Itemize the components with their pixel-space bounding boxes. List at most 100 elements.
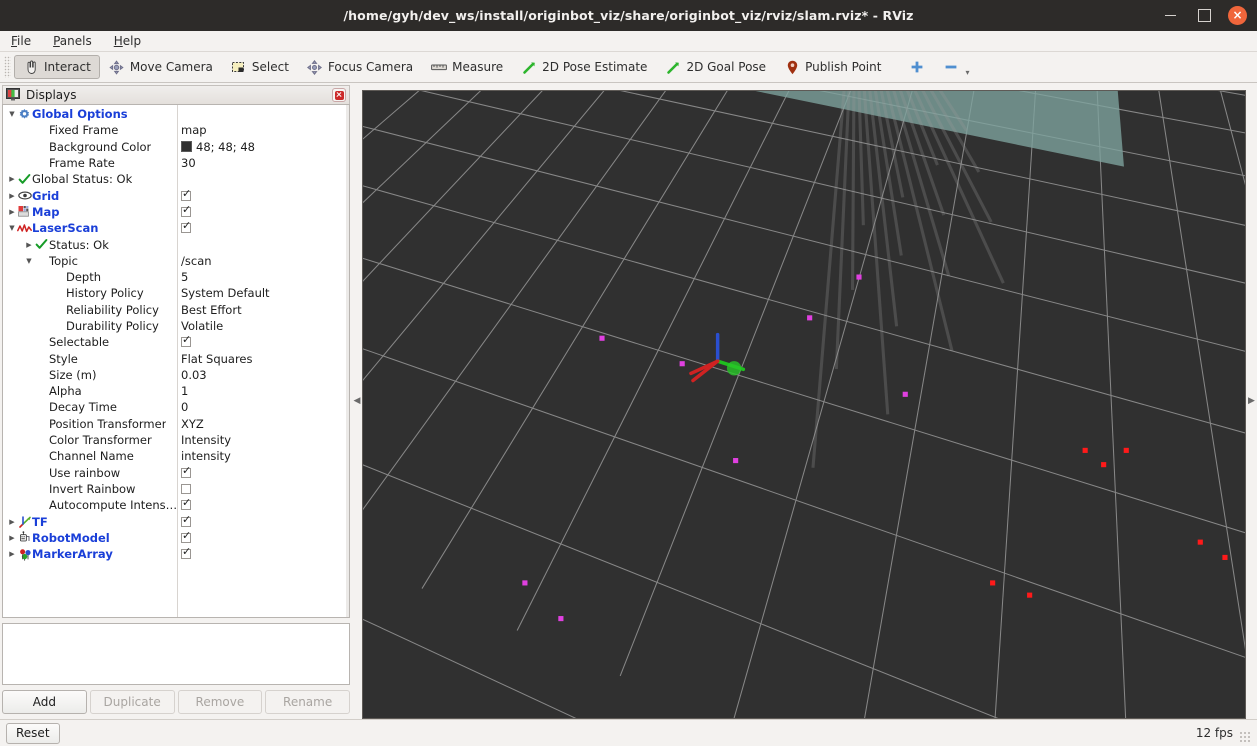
- maximize-button[interactable]: [1194, 6, 1214, 26]
- chevron-right-icon[interactable]: ▶: [7, 188, 17, 204]
- tree-row-status-ok[interactable]: ▶Status: Ok: [3, 236, 349, 252]
- checkbox[interactable]: [181, 223, 191, 233]
- rename-button[interactable]: Rename: [265, 690, 350, 714]
- remove-button[interactable]: Remove: [178, 690, 263, 714]
- tree-row-value[interactable]: [181, 223, 191, 233]
- tool-2d-goal-pose-button[interactable]: 2D Goal Pose: [656, 55, 775, 79]
- tree-row-value[interactable]: [181, 207, 191, 217]
- tree-row-value[interactable]: [181, 549, 191, 559]
- tree-row-background-color[interactable]: Background Color48; 48; 48: [3, 139, 349, 155]
- tree-row-decay-time[interactable]: Decay Time0: [3, 399, 349, 415]
- chevron-down-icon[interactable]: ▼: [24, 253, 34, 269]
- checkbox[interactable]: [181, 533, 191, 543]
- tool-measure-button[interactable]: Measure: [422, 55, 512, 79]
- tree-row-value[interactable]: map: [181, 123, 207, 137]
- tree-row-value[interactable]: System Default: [181, 286, 270, 300]
- tree-row-value[interactable]: Volatile: [181, 319, 223, 333]
- tree-row-value[interactable]: 30: [181, 156, 196, 170]
- remove-tool-button[interactable]: ▾: [934, 55, 968, 79]
- chevron-right-icon[interactable]: ▶: [7, 514, 17, 530]
- chevron-right-icon[interactable]: ▶: [7, 530, 17, 546]
- chevron-down-icon[interactable]: ▾: [965, 68, 969, 77]
- tree-row-durability-policy[interactable]: Durability PolicyVolatile: [3, 318, 349, 334]
- checkbox[interactable]: [181, 207, 191, 217]
- tool-interact-button[interactable]: Interact: [14, 55, 100, 79]
- tree-row-value[interactable]: [181, 517, 191, 527]
- tree-row-history-policy[interactable]: History PolicySystem Default: [3, 285, 349, 301]
- tree-row-global-status-ok[interactable]: ▶Global Status: Ok: [3, 171, 349, 187]
- tree-row-value[interactable]: 0: [181, 400, 188, 414]
- chevron-right-icon[interactable]: ▶: [7, 204, 17, 220]
- chevron-right-icon[interactable]: ▶: [24, 237, 34, 253]
- tree-row-value[interactable]: XYZ: [181, 417, 204, 431]
- tree-row-value[interactable]: [181, 337, 191, 347]
- tree-row-global-options[interactable]: ▼Global Options: [3, 106, 349, 122]
- toolbar-grip[interactable]: [4, 56, 11, 78]
- collapse-right-icon[interactable]: ▶: [1248, 397, 1255, 406]
- chevron-down-icon[interactable]: ▼: [7, 220, 17, 236]
- chevron-down-icon[interactable]: ▼: [7, 106, 17, 122]
- duplicate-button[interactable]: Duplicate: [90, 690, 175, 714]
- tree-row-map[interactable]: ▶Map: [3, 204, 349, 220]
- checkbox[interactable]: [181, 549, 191, 559]
- add-button[interactable]: Add: [2, 690, 87, 714]
- checkbox[interactable]: [181, 468, 191, 478]
- tree-row-grid[interactable]: ▶Grid: [3, 187, 349, 203]
- tree-row-value[interactable]: [181, 191, 191, 201]
- checkbox[interactable]: [181, 517, 191, 527]
- tree-row-value[interactable]: 5: [181, 270, 188, 284]
- tree-row-value[interactable]: Best Effort: [181, 303, 242, 317]
- tree-row-value[interactable]: [181, 484, 191, 494]
- tool-move-camera-button[interactable]: Move Camera: [100, 55, 222, 79]
- tree-row-robotmodel[interactable]: ▶RobotModel: [3, 530, 349, 546]
- tree-row-tf[interactable]: ▶TF: [3, 513, 349, 529]
- tree-row-alpha[interactable]: Alpha1: [3, 383, 349, 399]
- tree-row-channel-name[interactable]: Channel Nameintensity: [3, 448, 349, 464]
- tree-row-value[interactable]: [181, 468, 191, 478]
- tool-publish-point-button[interactable]: Publish Point: [775, 55, 890, 79]
- tree-row-position-transformer[interactable]: Position TransformerXYZ: [3, 416, 349, 432]
- displays-tree[interactable]: ▼Global OptionsFixed FramemapBackground …: [2, 104, 350, 618]
- menu-help[interactable]: Help: [111, 33, 144, 49]
- 3d-viewport[interactable]: [362, 90, 1246, 719]
- tool-2d-pose-estimate-button[interactable]: 2D Pose Estimate: [512, 55, 656, 79]
- tree-row-use-rainbow[interactable]: Use rainbow: [3, 465, 349, 481]
- chevron-right-icon[interactable]: ▶: [7, 171, 17, 187]
- displays-panel-close-button[interactable]: [332, 88, 346, 102]
- tree-row-autocompute-intens[interactable]: Autocompute Intens…: [3, 497, 349, 513]
- tree-row-value[interactable]: 48; 48; 48: [181, 140, 255, 154]
- collapse-left-icon[interactable]: ◀: [354, 397, 361, 406]
- tool-focus-camera-button[interactable]: Focus Camera: [298, 55, 422, 79]
- tree-row-depth[interactable]: Depth5: [3, 269, 349, 285]
- menu-file[interactable]: File: [8, 33, 34, 49]
- tree-row-fixed-frame[interactable]: Fixed Framemap: [3, 122, 349, 138]
- tree-row-value[interactable]: Flat Squares: [181, 352, 253, 366]
- right-splitter[interactable]: ▶: [1246, 83, 1257, 719]
- tree-row-topic[interactable]: ▼Topic/scan: [3, 253, 349, 269]
- menu-panels[interactable]: Panels: [50, 33, 95, 49]
- tree-row-value[interactable]: 1: [181, 384, 188, 398]
- tree-row-value[interactable]: Intensity: [181, 433, 231, 447]
- add-tool-button[interactable]: [900, 55, 934, 79]
- checkbox[interactable]: [181, 484, 191, 494]
- checkbox[interactable]: [181, 191, 191, 201]
- tree-row-reliability-policy[interactable]: Reliability PolicyBest Effort: [3, 302, 349, 318]
- checkbox[interactable]: [181, 337, 191, 347]
- color-swatch[interactable]: [181, 141, 192, 152]
- tree-row-value[interactable]: [181, 533, 191, 543]
- tree-row-value[interactable]: 0.03: [181, 368, 207, 382]
- reset-button[interactable]: Reset: [6, 723, 60, 744]
- tree-row-frame-rate[interactable]: Frame Rate30: [3, 155, 349, 171]
- tree-row-style[interactable]: StyleFlat Squares: [3, 350, 349, 366]
- tree-row-invert-rainbow[interactable]: Invert Rainbow: [3, 481, 349, 497]
- tree-row-value[interactable]: intensity: [181, 449, 231, 463]
- tree-row-selectable[interactable]: Selectable: [3, 334, 349, 350]
- tree-row-value[interactable]: /scan: [181, 254, 212, 268]
- chevron-right-icon[interactable]: ▶: [7, 546, 17, 562]
- tree-row-markerarray[interactable]: ▶MarkerArray: [3, 546, 349, 562]
- tree-row-laserscan[interactable]: ▼LaserScan: [3, 220, 349, 236]
- tool-select-button[interactable]: Select: [222, 55, 298, 79]
- minimize-button[interactable]: [1160, 6, 1180, 26]
- left-splitter[interactable]: ◀: [352, 83, 362, 719]
- resize-grip[interactable]: [1239, 731, 1251, 743]
